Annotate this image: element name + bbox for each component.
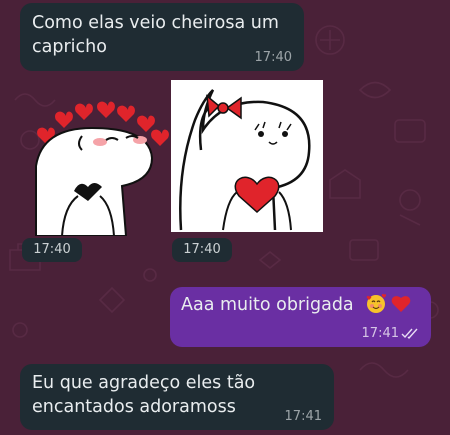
message-text: Eu que agradeço eles tão encantados ador… (32, 373, 256, 417)
message-bubble-incoming[interactable]: Eu que agradeço eles tão encantados ador… (20, 364, 334, 430)
smiling-face-with-hearts-emoji (366, 294, 386, 313)
chat-screen: { "colors": { "wallpaper": "#4a2138", "i… (0, 0, 450, 435)
message-text: Aaa muito obrigada (181, 295, 354, 315)
message-bubble-outgoing[interactable]: Aaa muito obrigada 17:41 (170, 287, 431, 347)
message-bubble-incoming[interactable]: Como elas veio cheirosa um capricho 17:4… (20, 3, 304, 71)
message-time: 17:41 (284, 409, 322, 424)
sticker-time: 17:40 (22, 238, 82, 262)
red-heart-emoji (391, 296, 411, 312)
message-time: 17:40 (254, 50, 292, 65)
flork-hearts-sticker[interactable] (22, 96, 172, 236)
read-receipt-icon (401, 328, 418, 339)
message-time: 17:41 (361, 326, 399, 341)
sticker-time: 17:40 (172, 238, 232, 262)
flork-bow-heart-sticker[interactable] (171, 80, 323, 232)
